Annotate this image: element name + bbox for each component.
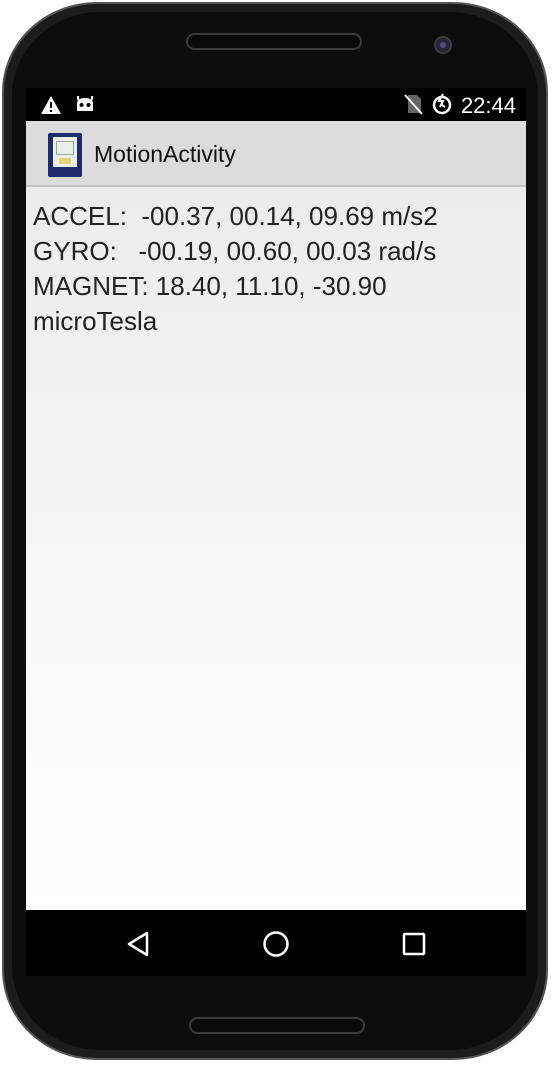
front-camera [434,36,452,54]
action-bar: MotionActivity [26,121,526,187]
alarm-icon [431,93,453,119]
app-title: MotionActivity [94,141,236,167]
no-sim-icon [403,93,423,119]
sensor-readout: ACCEL: -00.37, 00.14, 09.69 m/s2 GYRO: -… [33,199,513,339]
recents-icon[interactable] [397,927,431,961]
status-time: 22:44 [460,93,516,118]
main-content: ACCEL: -00.37, 00.14, 09.69 m/s2 GYRO: -… [26,187,526,910]
navigation-bar [26,910,526,976]
app-launcher-icon[interactable] [48,133,82,177]
bottom-speaker [189,1017,365,1034]
gyro-reading: GYRO: -00.19, 00.60, 00.03 rad/s [33,236,437,266]
status-bar[interactable]: 22:44 [26,88,526,121]
earpiece-speaker [186,33,362,50]
accel-reading: ACCEL: -00.37, 00.14, 09.69 m/s2 [33,201,438,231]
android-debug-icon [74,96,96,118]
device-screen: 22:44 MotionActivity ACCEL: -00.37, 00.1… [26,88,526,976]
home-icon[interactable] [259,927,293,961]
back-icon[interactable] [121,927,155,961]
magnet-reading: MAGNET: 18.40, 11.10, -30.90 microTesla [33,271,394,336]
warning-icon [40,95,62,119]
